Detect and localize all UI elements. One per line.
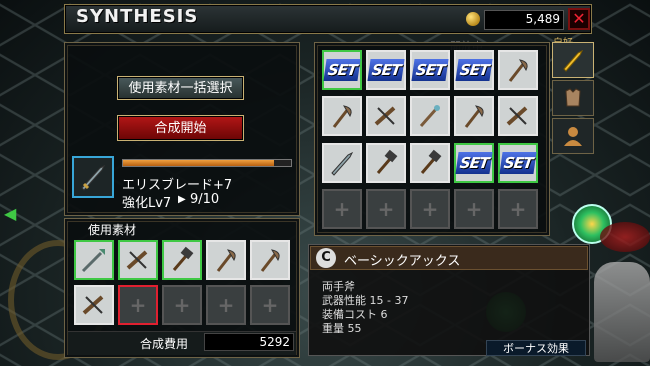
tab-armor[interactable] [552,80,594,116]
select-all-materials-button[interactable]: 使用素材一括選択 [117,76,244,100]
tab-character[interactable] [552,118,594,154]
set-badge: SET [455,151,493,174]
inventory-slot[interactable] [322,142,362,183]
material-slot[interactable] [206,240,246,280]
enhance-progress-fill [123,160,275,166]
level-arrow-icon: ▶ [178,194,186,205]
material-slot[interactable] [118,240,158,280]
sword-icon [81,164,106,191]
crossbow-icon [82,295,104,315]
material-empty-slot[interactable] [118,285,158,325]
hammer-icon [172,246,194,271]
inventory-slot[interactable] [454,96,494,137]
inventory-slot[interactable]: SET [322,50,362,90]
crossbow-icon [374,106,396,126]
cost-value: 5292 [259,335,290,349]
set-badge: SET [455,59,493,81]
window-title: SYNTHESIS [76,6,199,27]
spear-icon [81,249,105,273]
rarity-badge: C [316,248,336,268]
target-item-slot[interactable] [72,156,114,198]
inventory-slot[interactable] [322,96,362,137]
material-slot[interactable] [74,285,114,325]
inventory-empty-slot[interactable] [498,188,538,229]
set-badge: SET [411,59,449,81]
staff-icon [419,105,440,128]
inventory-slot[interactable]: SET [454,50,494,90]
materials-label: 使用素材 [88,223,137,237]
bonus-effect-button[interactable]: ボーナス効果 [486,340,586,356]
inventory-slot[interactable] [410,96,450,137]
inventory-slot[interactable]: SET [498,142,538,183]
enhance-progress-text: 9/10 [190,192,220,207]
set-badge: SET [323,59,361,81]
material-slot[interactable] [162,240,202,280]
red-orb [600,222,650,252]
close-button[interactable]: ✕ [568,8,590,30]
inventory-slot[interactable]: SET [366,50,406,90]
inventory-slot[interactable] [366,96,406,137]
item-info-weight: 重量 55 [322,322,362,335]
crossbow-icon [506,106,528,126]
inventory-slot[interactable] [366,142,406,183]
coin-icon [466,12,480,26]
gold-amount: 5,489 [525,12,560,26]
set-badge: SET [499,151,537,174]
axe-icon [332,105,352,129]
material-empty-slot[interactable] [162,285,202,325]
hammer-icon [376,149,398,174]
sword-icon [563,49,584,72]
inventory-empty-slot[interactable] [322,188,362,229]
axe-icon [464,105,484,129]
inventory-slot[interactable]: SET [454,142,494,183]
axe-icon [508,59,528,82]
inventory-empty-slot[interactable] [454,188,494,229]
inventory-slot[interactable] [410,142,450,183]
item-info-name: ベーシックアックス [344,254,461,269]
selected-item-name: エリスブレード+7 [122,178,233,193]
sword-icon [331,151,354,176]
tab-weapons[interactable] [552,42,594,78]
hammer-icon [420,149,442,174]
crossbow-icon [126,250,148,270]
inventory-slot[interactable] [498,50,538,90]
cost-label: 合成費用 [140,337,189,351]
inventory-slot[interactable] [498,96,538,137]
character-icon [564,127,582,146]
inventory-empty-slot[interactable] [410,188,450,229]
armor-icon [565,88,581,107]
axe-icon [260,249,280,272]
material-slot[interactable] [250,240,290,280]
materials-grid [74,240,294,326]
monster-figure [594,262,650,362]
start-synthesis-button[interactable]: 合成開始 [117,115,244,141]
material-empty-slot[interactable] [250,285,290,325]
material-slot[interactable] [74,240,114,280]
left-arrow-icon: ◀ [4,204,17,223]
category-tabs [552,42,596,154]
inventory-grid: SET SET SET SET SET SET [322,50,542,230]
inventory-empty-slot[interactable] [366,188,406,229]
material-empty-slot[interactable] [206,285,246,325]
axe-icon [216,249,236,272]
inventory-slot[interactable]: SET [410,50,450,90]
set-badge: SET [367,59,405,81]
enhance-level: 強化Lv7 [122,196,172,211]
